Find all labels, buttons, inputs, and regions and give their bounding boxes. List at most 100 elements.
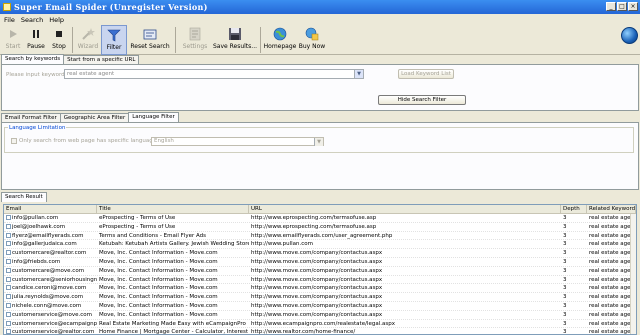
row-checkbox[interactable] [6,258,11,264]
buy-now-button[interactable]: Buy Now [297,25,327,55]
cell-depth: 3 [563,258,567,265]
cell-url: http://www.realtor.com/home-finance/ [251,329,356,335]
table-row[interactable]: info@pullan.com eProspecting - Terms of U… [4,214,636,223]
cell-keyword: real estate agent [589,250,636,257]
minimize-button[interactable]: _ [606,2,616,11]
row-checkbox[interactable] [6,223,11,229]
row-checkbox[interactable] [6,311,11,317]
cell-keyword: real estate agent [589,223,636,230]
email-text: info@pullan.com [12,215,59,221]
tab-language-filter[interactable]: Language Filter [128,112,179,122]
settings-button[interactable]: Settings [178,25,212,55]
cell-title: Move, Inc. Contact Information - Move.co… [99,250,218,257]
cell-depth: 3 [563,276,567,283]
cell-email: customercare@realtor.com [4,249,97,257]
table-row[interactable]: customerservice@ecampaignpr... Real Estat… [4,320,636,329]
vertical-scrollbar[interactable] [630,214,636,334]
stop-button[interactable]: Stop [48,25,70,55]
cell-title: eProspecting - Terms of Use [99,215,176,221]
cell-keyword: real estate agent [589,311,636,318]
maximize-button[interactable]: □ [617,2,627,11]
row-checkbox[interactable] [6,276,11,282]
chevron-down-icon[interactable]: ▼ [314,138,323,146]
column-related-keyword[interactable]: Related Keyword [587,205,636,213]
specific-language-checkbox[interactable]: Only search from web page has specific l… [11,138,156,144]
cell-url: http://www.eprospecting.com/termsofuse.a… [251,215,377,221]
row-checkbox[interactable] [6,250,11,256]
table-row[interactable]: customercare@seniorhousingn... Move, Inc.… [4,276,636,285]
table-row[interactable]: info@friebds.com Move, Inc. Contact Infor… [4,258,636,267]
results-table[interactable]: Email Title URL Depth Related Keyword in… [3,204,637,335]
filter-button[interactable]: Filter [101,25,127,55]
search-tabs: Search by keywords Start from a specific… [0,54,140,64]
column-depth[interactable]: Depth [561,205,587,213]
reset-search-button[interactable]: Reset Search [127,25,173,55]
menu-file[interactable]: File [4,16,15,24]
menu-search[interactable]: Search [21,16,43,24]
toolbar-separator [175,27,176,53]
cell-keyword: real estate agent [589,215,636,221]
row-checkbox[interactable] [6,267,11,273]
cell-email: julia.reynolds@move.com [4,293,97,301]
close-button[interactable]: × [628,2,638,11]
email-text: info@gallerjudaica.com [12,241,77,248]
row-checkbox[interactable] [6,294,11,300]
table-row[interactable]: candice.ceroni@move.com Move, Inc. Contac… [4,284,636,294]
pause-button[interactable]: Pause [24,25,48,55]
cell-url: http://www.move.com/company/contactus.as… [251,250,383,257]
menu-help[interactable]: Help [49,16,64,24]
wizard-button[interactable]: Wizard [75,25,101,55]
app-icon [3,3,11,11]
keyword-input[interactable]: real estate agent ▼ [64,69,364,79]
cell-title: Move, Inc. Contact Information - Move.co… [99,258,218,265]
globe-logo-icon [621,27,638,44]
chevron-down-icon[interactable]: ▼ [354,70,363,78]
tab-search-by-keywords[interactable]: Search by keywords [1,54,65,64]
row-checkbox[interactable] [6,241,11,247]
email-text: customercare@realtor.com [12,250,87,257]
column-url[interactable]: URL [249,205,561,213]
table-row[interactable]: joel@joelhawk.com eProspecting - Terms of… [4,223,636,232]
start-button[interactable]: Start [2,25,24,55]
cell-url: http://www.emailflyerads.com/user_agreem… [251,232,393,239]
cell-email: nichele.conn@move.com [4,302,97,310]
row-checkbox[interactable] [6,329,11,334]
row-checkbox[interactable] [6,285,11,291]
row-checkbox[interactable] [6,215,11,220]
filter-tabs: Email Format Filter Geographic Area Filt… [0,112,179,122]
table-row[interactable]: customercare@move.com Move, Inc. Contact … [4,267,636,276]
filter-icon [107,28,121,42]
table-row[interactable]: customerservice@realtor.com Home Finance … [4,328,636,335]
cell-url: http://www.pullan.com [251,241,313,248]
hide-search-filter-button[interactable]: Hide Search Filter [378,95,466,105]
cell-title: Move, Inc. Contact Information - Move.co… [99,276,218,283]
homepage-button[interactable]: Homepage [263,25,297,55]
column-title[interactable]: Title [97,205,249,213]
tab-email-format-filter[interactable]: Email Format Filter [1,113,61,122]
table-row[interactable]: julia.reynolds@move.com Move, Inc. Contac… [4,293,636,302]
column-email[interactable]: Email [4,205,97,213]
row-checkbox[interactable] [6,232,11,238]
row-checkbox[interactable] [6,320,11,326]
cell-depth: 3 [563,294,567,301]
language-group-label: Language Limitation [8,125,67,131]
cell-keyword: real estate agent [589,241,636,248]
cell-email: customerservice@move.com [4,311,97,319]
row-checkbox[interactable] [6,302,11,308]
load-keyword-list-button[interactable]: Load Keyword List [398,69,454,79]
table-row[interactable]: customercare@realtor.com Move, Inc. Conta… [4,249,636,258]
table-row[interactable]: flyerz@emailflyerads.com Terms and Condit… [4,232,636,241]
table-row[interactable]: customerservice@move.com Move, Inc. Conta… [4,311,636,320]
language-select[interactable]: English ▼ [151,137,324,146]
cell-title: Move, Inc. Contact Information - Move.co… [99,285,218,292]
window-title: Super Email Spider (Unregister Version) [14,2,208,12]
tab-search-result[interactable]: Search Result [1,192,47,202]
cell-email: customercare@move.com [4,267,97,275]
save-results-button[interactable]: Save Results... [212,25,258,55]
table-row[interactable]: nichele.conn@move.com Move, Inc. Contact … [4,302,636,311]
table-row[interactable]: info@gallerjudaica.com Ketubah: Ketubah A… [4,240,636,250]
tab-start-from-url[interactable]: Start from a specific URL [63,55,140,64]
keyword-label: Please input keywords [6,72,68,78]
tab-geographic-area-filter[interactable]: Geographic Area Filter [59,113,130,122]
play-icon [6,27,20,41]
